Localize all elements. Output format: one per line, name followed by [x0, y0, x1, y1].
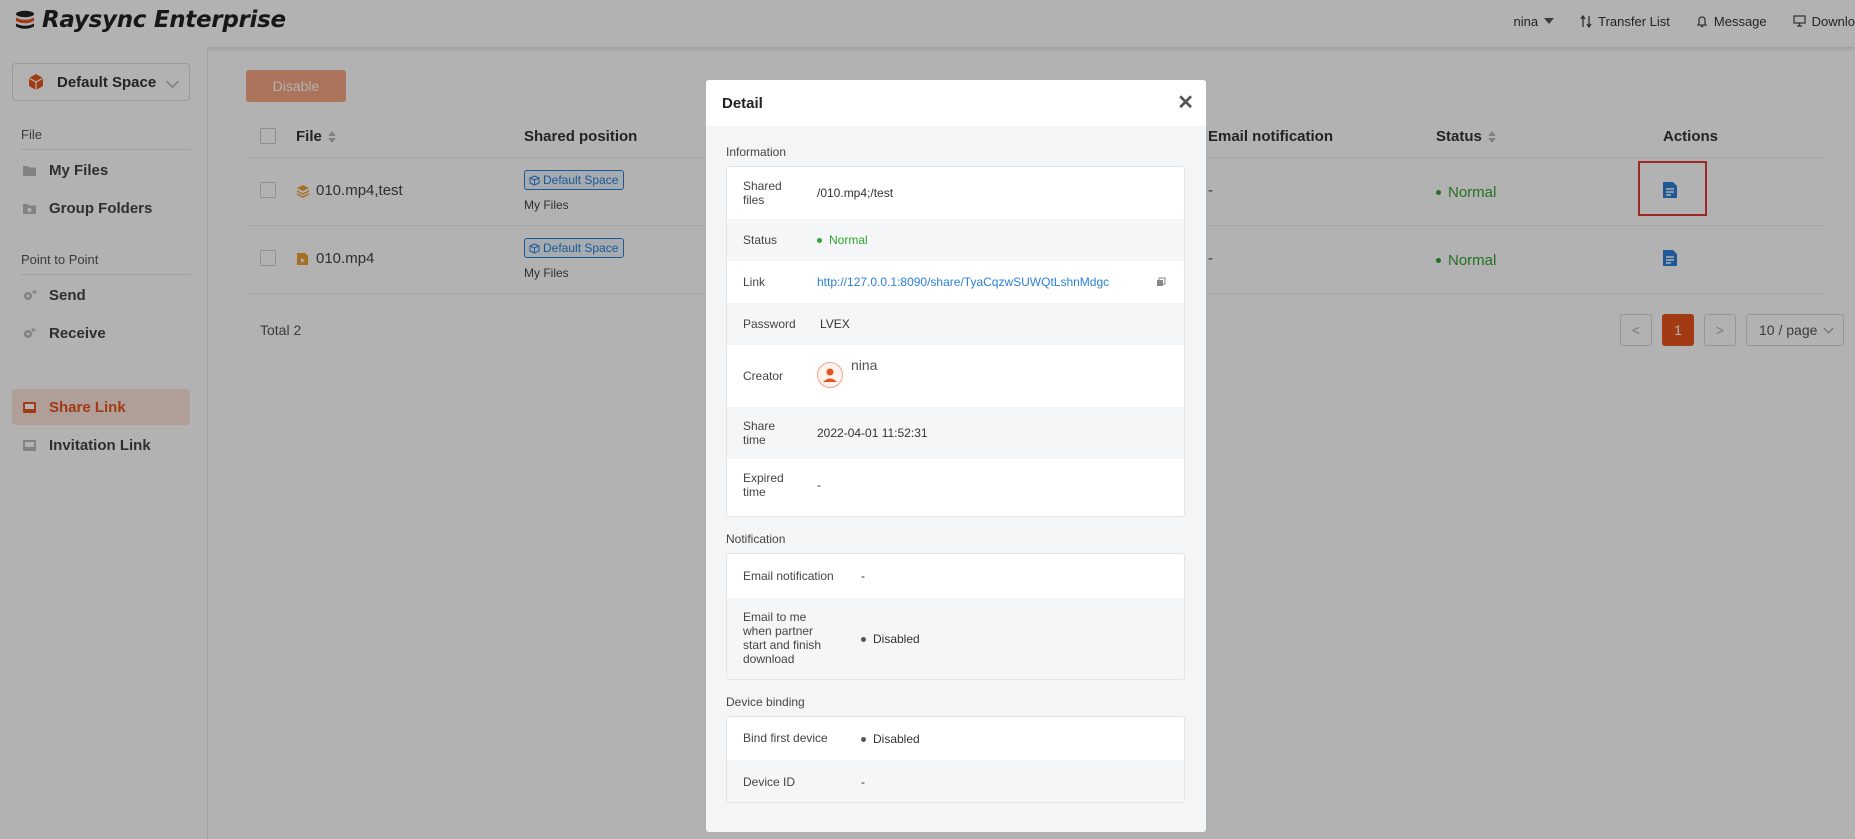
field-password: Password LVEX	[727, 303, 1184, 345]
field-label: Password	[743, 317, 796, 331]
field-value: Disabled	[861, 632, 920, 646]
field-email-notification: Email notification -	[727, 554, 1184, 598]
field-label: Status	[743, 233, 778, 247]
field-value: -	[817, 478, 821, 492]
field-label: Link	[743, 275, 766, 289]
information-card: Shared files /010.mp4;/test Status Norma…	[726, 166, 1185, 517]
modal-header: Detail ✕	[706, 80, 1206, 126]
status-dot	[861, 737, 866, 743]
field-expired-time: Expired time -	[727, 459, 1184, 516]
device-binding-card: Bind first device Disabled Device ID -	[726, 716, 1185, 803]
share-link-url[interactable]: http://127.0.0.1:8090/share/TyaCqzwSUWQt…	[817, 275, 1109, 289]
field-label: Shared files	[743, 179, 782, 207]
close-icon[interactable]: ✕	[1177, 93, 1194, 113]
section-device-binding: Device binding	[726, 695, 805, 709]
field-label: Email notification	[743, 569, 834, 583]
status-text: Normal	[829, 233, 868, 247]
field-value: -	[861, 569, 865, 583]
field-shared-files: Shared files /010.mp4;/test	[727, 167, 1184, 219]
field-label: Creator	[743, 369, 784, 383]
user-icon	[823, 368, 837, 382]
field-device-id: Device ID -	[727, 760, 1184, 802]
field-value: /010.mp4;/test	[817, 186, 894, 200]
field-value: nina	[851, 357, 878, 373]
field-label: Device ID	[743, 775, 796, 789]
field-label: Bind first device	[743, 731, 828, 745]
status-text: Disabled	[873, 632, 920, 646]
field-value: 2022-04-01 11:52:31	[817, 426, 928, 440]
field-label: Expired time	[743, 471, 784, 499]
field-value: -	[861, 775, 865, 789]
status-dot	[861, 637, 866, 643]
copy-icon[interactable]	[1156, 277, 1166, 287]
avatar	[817, 362, 843, 388]
field-link: Link http://127.0.0.1:8090/share/TyaCqzw…	[727, 261, 1184, 303]
field-email-to-me: Email to me when partner start and finis…	[727, 598, 1184, 679]
field-bind-first-device: Bind first device Disabled	[727, 717, 1184, 760]
status-text: Disabled	[873, 732, 920, 746]
section-notification: Notification	[726, 532, 786, 546]
field-status: Status Normal	[727, 219, 1184, 261]
field-label: Share time	[743, 419, 776, 447]
field-value: Normal	[817, 233, 868, 247]
field-creator: Creator nina	[727, 345, 1184, 407]
modal-title: Detail	[722, 94, 763, 112]
field-label: Email to me when partner start and finis…	[743, 610, 822, 666]
notification-card: Email notification - Email to me when pa…	[726, 553, 1185, 680]
section-information: Information	[726, 145, 787, 159]
field-value: Disabled	[861, 732, 920, 746]
detail-modal: Detail ✕ Information Shared files /010.m…	[706, 80, 1206, 832]
field-share-time: Share time 2022-04-01 11:52:31	[727, 407, 1184, 459]
field-value: LVEX	[820, 317, 850, 331]
status-dot	[817, 238, 822, 244]
